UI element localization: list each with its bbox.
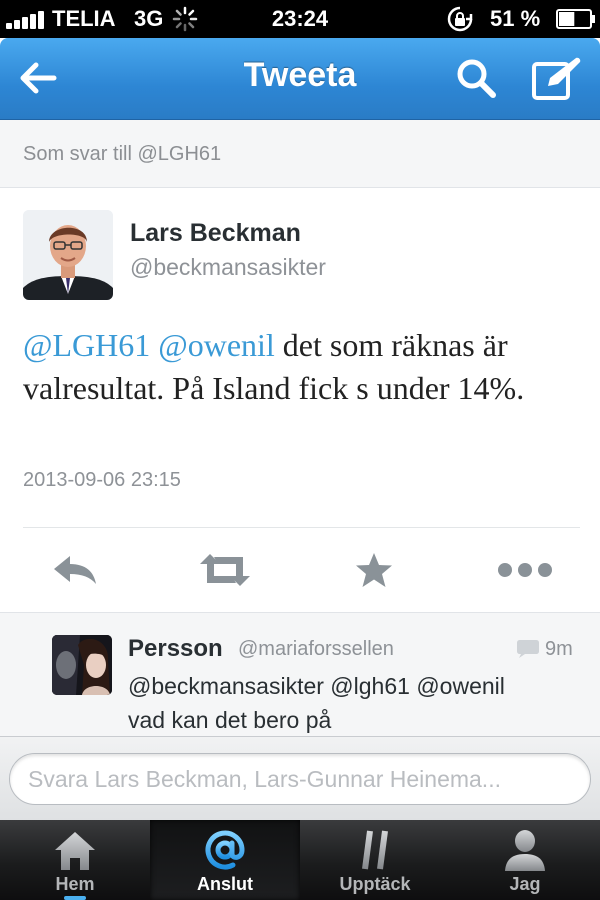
author-name[interactable]: Lars Beckman (130, 219, 301, 248)
tab-bar: Hem Anslut Upptäck Jag (0, 820, 600, 900)
person-icon (505, 830, 545, 871)
reply-text-line: vad kan det bero på (128, 707, 332, 733)
reply-context-label: Som svar till @LGH61 (0, 120, 600, 188)
retweet-icon[interactable] (196, 552, 254, 588)
reply-tweet[interactable]: Persson @mariaforssellen 9m @beckmansasi… (0, 612, 600, 736)
tab-label: Hem (55, 874, 95, 894)
author-handle[interactable]: @beckmansasikter (130, 254, 326, 281)
more-icon[interactable] (496, 552, 554, 588)
tab-home[interactable]: Hem (0, 820, 150, 900)
tab-label: Anslut (197, 874, 253, 894)
reply-compose-bar (0, 736, 600, 820)
search-icon[interactable] (454, 56, 498, 100)
reply-author-handle[interactable]: @mariaforssellen (238, 638, 394, 661)
compose-icon[interactable] (530, 54, 584, 102)
battery-icon (556, 9, 595, 29)
mention-link[interactable]: @LGH61 (23, 327, 150, 363)
rotation-lock-icon (447, 6, 473, 32)
page-title: Tweeta (243, 56, 357, 94)
reply-time: 9m (545, 638, 573, 660)
reply-input[interactable] (9, 753, 591, 805)
tweet-actions (0, 528, 600, 612)
favorite-star-icon[interactable] (354, 552, 394, 588)
hashtag-icon (355, 830, 394, 870)
status-bar: TELIA 3G 23:24 51 % (0, 0, 600, 38)
reply-text-line: @beckmansasikter @lgh61 @owenil (128, 673, 505, 699)
tab-connect[interactable]: Anslut (150, 820, 300, 900)
tab-discover[interactable]: Upptäck (300, 820, 450, 900)
tab-me[interactable]: Jag (450, 820, 600, 900)
reply-avatar[interactable] (52, 635, 112, 695)
tab-label: Jag (509, 874, 541, 894)
tweet-text: @LGH61 @owenil det som räknas är valresu… (23, 324, 583, 410)
tab-label: Upptäck (339, 874, 411, 894)
author-avatar[interactable] (23, 210, 113, 300)
conversation-bubble-icon (517, 640, 539, 658)
new-content-indicator (64, 896, 86, 900)
battery-percent: 51 % (490, 6, 541, 31)
reply-text: @beckmansasikter @lgh61 @owenil vad kan … (128, 669, 588, 737)
tweet-timestamp: 2013-09-06 23:15 (23, 469, 181, 491)
reply-icon[interactable] (52, 552, 98, 588)
navigation-bar: Tweeta (0, 38, 600, 120)
mention-link[interactable]: @owenil (158, 327, 275, 363)
at-icon (205, 830, 245, 870)
reply-author-name[interactable]: Persson (128, 635, 223, 663)
home-icon (55, 832, 95, 870)
